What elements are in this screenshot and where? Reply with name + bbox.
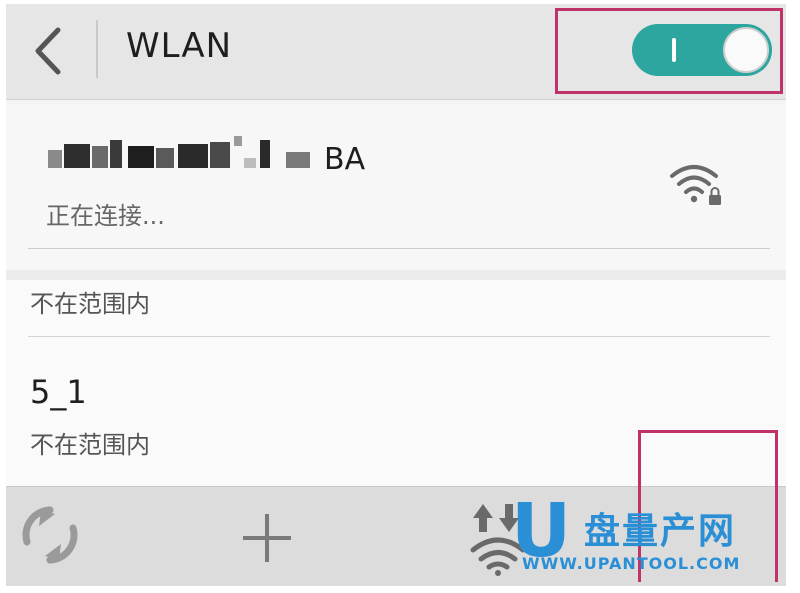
header-divider: [96, 20, 98, 78]
network-status: 正在连接...: [46, 202, 165, 230]
watermark-url: WWW.UPANTOOL.COM: [522, 554, 741, 573]
wifi-lock-icon: [670, 165, 721, 205]
divider: [28, 248, 770, 249]
network-ssid: BA: [324, 142, 366, 177]
network-status-partial: 不在范围内: [30, 290, 150, 318]
watermark: U 盘量产网 WWW.UPANTOOL.COM: [466, 488, 786, 584]
page-title: WLAN: [126, 26, 233, 66]
network-status: 不在范围内: [30, 431, 150, 459]
refresh-button[interactable]: [16, 501, 84, 569]
highlight-box-toggle: [555, 8, 783, 94]
watermark-text: 盘量产网: [584, 511, 737, 552]
ssid-pixelated: [48, 136, 318, 176]
plus-icon: [243, 514, 291, 562]
chevron-left-icon: [35, 27, 61, 75]
add-network-button[interactable]: [232, 503, 302, 573]
refresh-icon: [22, 506, 78, 564]
network-ssid: 5_1: [30, 373, 87, 411]
network-item-connecting[interactable]: BA 正在连接...: [6, 104, 786, 270]
back-button[interactable]: [16, 16, 80, 86]
